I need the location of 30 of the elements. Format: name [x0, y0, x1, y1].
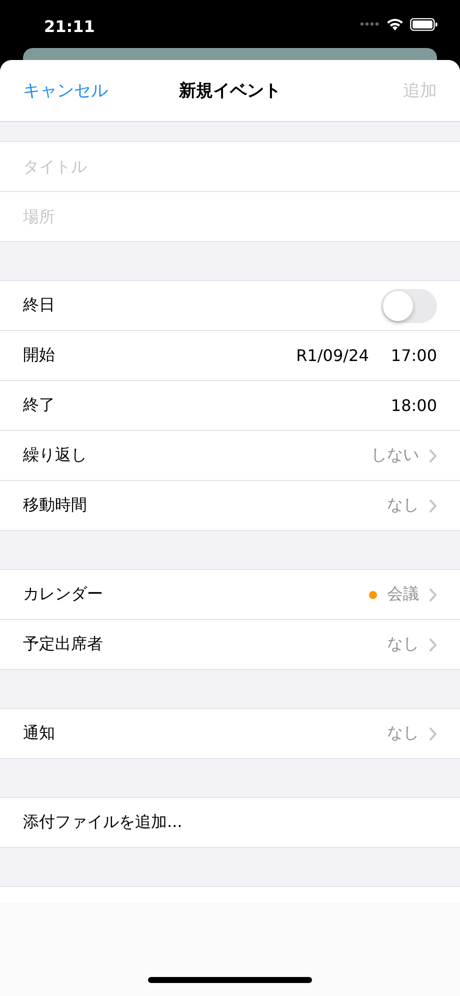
battery-icon — [410, 18, 438, 30]
home-indicator[interactable] — [148, 977, 312, 983]
chevron-icon — [429, 638, 437, 652]
row-label: カレンダー — [23, 584, 104, 605]
date-value[interactable]: R1/09/24 — [296, 346, 369, 365]
sheet-title: 新規イベント — [179, 80, 281, 102]
toggle-switch[interactable] — [381, 288, 437, 322]
row-value: なし — [387, 495, 419, 516]
row-label: 予定出席者 — [23, 634, 104, 655]
row-label: 通知 — [23, 723, 56, 744]
row-label: 開始 — [23, 345, 56, 366]
clock-time: 21:11 — [44, 16, 96, 36]
time-value[interactable]: 18:00 — [390, 396, 437, 415]
row-value: しない — [371, 445, 419, 466]
row-value: なし — [387, 634, 419, 655]
text-field[interactable]: 場所 — [23, 207, 437, 226]
row-label: 終日 — [23, 295, 56, 316]
text-field[interactable]: タイトル — [23, 157, 437, 176]
row-label: 終了 — [23, 395, 56, 416]
row-value: なし — [387, 723, 419, 744]
chevron-icon — [429, 498, 437, 512]
time-value[interactable]: 17:00 — [390, 346, 437, 365]
chevron-icon — [429, 448, 437, 462]
wifi-icon — [386, 18, 404, 30]
row-label: 繰り返し — [23, 445, 88, 466]
row-value: 会議 — [387, 584, 419, 605]
chevron-icon — [429, 726, 437, 740]
signal-icon — [360, 22, 380, 26]
row-label: 移動時間 — [23, 495, 88, 516]
chevron-icon — [429, 588, 437, 602]
